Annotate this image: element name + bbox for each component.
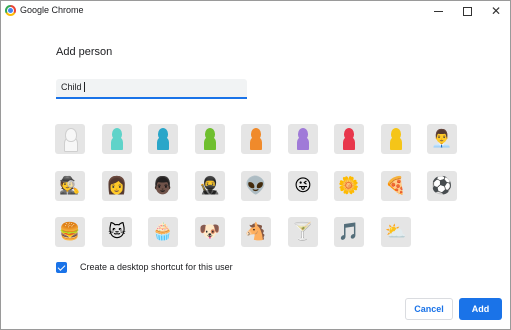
cocktail-icon: 🍸 [292,221,314,242]
name-input-value: Child [61,82,85,92]
man-icon: 👨🏿 [152,175,174,196]
minimize-icon [433,10,443,12]
person-silhouette-icon [296,128,310,150]
desktop-shortcut-checkbox[interactable] [56,262,67,273]
avatar-silhouette-yellow[interactable] [381,124,411,154]
close-icon: ✕ [490,4,502,18]
woman-icon: 👩 [106,175,128,196]
avatar-smiley[interactable]: 😜 [288,171,318,201]
avatar-burger[interactable]: 🍔 [55,217,85,247]
title-bar: Google Chrome ✕ [1,1,510,23]
soccer-ball-icon: ⚽ [431,175,453,196]
chrome-logo-icon [5,5,16,16]
businessman-icon: 👨‍💼 [431,128,453,149]
person-silhouette-icon [156,128,170,150]
avatar-cat[interactable]: 🐱 [102,217,132,247]
checkmark-icon [57,262,66,271]
close-button[interactable]: ✕ [481,1,511,21]
avatar-alien[interactable]: 👽 [241,171,271,201]
dialog-title: Add person [56,46,113,58]
avatar-horse[interactable]: 🐴 [241,217,271,247]
person-silhouette-icon [63,128,78,152]
avatar-silhouette-orange[interactable] [241,124,271,154]
person-silhouette-icon [389,128,403,150]
sun-cloud-icon: ⛅ [385,221,407,242]
name-input-text: Child [61,82,82,92]
add-person-window: Google Chrome ✕ Add person Child 👨‍💼 🕵 👩 👨🏿… [0,0,511,330]
maximize-icon [462,6,472,16]
burger-icon: 🍔 [59,221,81,242]
avatar-flower[interactable]: 🌼 [334,171,364,201]
avatar-silhouette-blue[interactable] [148,124,178,154]
cupcake-icon: 🧁 [152,221,174,242]
person-silhouette-icon [110,128,124,150]
spy-icon: 🕵 [59,175,81,196]
avatar-silhouette-red[interactable] [334,124,364,154]
pizza-icon: 🍕 [385,175,407,196]
avatar-music-note[interactable]: 🎵 [334,217,364,247]
avatar-silhouette-white[interactable] [55,124,85,154]
desktop-shortcut-label: Create a desktop shortcut for this user [80,262,233,272]
maximize-button[interactable] [452,1,482,21]
avatar-silhouette-teal[interactable] [102,124,132,154]
flower-icon: 🌼 [338,175,360,196]
window-title: Google Chrome [20,5,84,15]
person-silhouette-icon [203,128,217,150]
text-caret [83,82,85,92]
person-silhouette-icon [342,128,356,150]
horse-icon: 🐴 [245,221,267,242]
avatar-ninja[interactable]: 🥷 [195,171,225,201]
add-button[interactable]: Add [459,298,502,320]
avatar-cocktail[interactable]: 🍸 [288,217,318,247]
avatar-ninja-blond[interactable]: 🕵 [55,171,85,201]
person-silhouette-icon [249,128,263,150]
name-input[interactable]: Child [56,79,247,99]
avatar-sun-cloud[interactable]: ⛅ [381,217,411,247]
alien-icon: 👽 [245,175,267,196]
avatar-woman-sunglasses[interactable]: 👩 [102,171,132,201]
avatar-cupcake[interactable]: 🧁 [148,217,178,247]
avatar-silhouette-purple[interactable] [288,124,318,154]
cat-icon: 🐱 [108,221,126,242]
cancel-button[interactable]: Cancel [405,298,453,320]
avatar-dog[interactable]: 🐶 [195,217,225,247]
ninja-icon: 🥷 [199,175,221,196]
music-note-icon: 🎵 [338,221,360,242]
avatar-man-dark[interactable]: 👨🏿 [148,171,178,201]
minimize-button[interactable] [423,1,453,21]
smiley-icon: 😜 [294,175,312,196]
dog-icon: 🐶 [199,221,221,242]
avatar-pizza[interactable]: 🍕 [381,171,411,201]
avatar-businessman[interactable]: 👨‍💼 [427,124,457,154]
avatar-silhouette-green[interactable] [195,124,225,154]
avatar-soccer-ball[interactable]: ⚽ [427,171,457,201]
